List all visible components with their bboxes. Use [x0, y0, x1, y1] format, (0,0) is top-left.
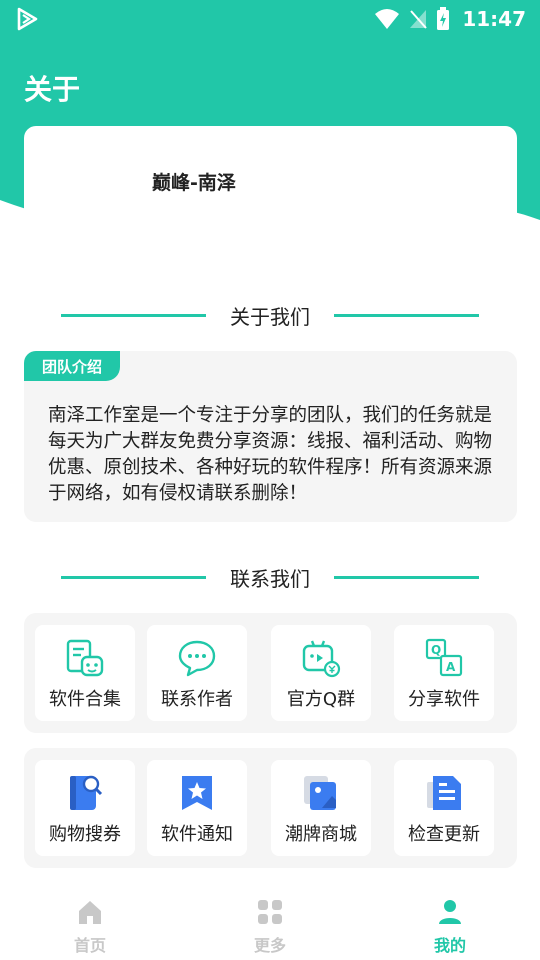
divider-line [334, 313, 479, 317]
share-software-label: 分享软件 [408, 689, 480, 710]
divider-line [334, 575, 479, 579]
coupon-search-label: 购物搜券 [49, 824, 121, 845]
coupon-search-icon [70, 775, 103, 810]
document-update-icon [427, 776, 461, 810]
check-update-button[interactable]: 检查更新 [394, 760, 494, 856]
trend-mall-label: 潮牌商城 [285, 824, 357, 845]
divider-line [61, 575, 206, 579]
nav-home-label: 首页 [73, 936, 106, 955]
contact-author-label: 联系作者 [161, 689, 233, 710]
team-intro-text: 南泽工作室是一个专注于分享的团队，我们的任务就是每天为广大群友免费分享资源：线报… [48, 405, 493, 504]
share-software-button[interactable]: Q A 分享软件 [394, 625, 494, 721]
contact-grid-row1: 软件合集 联系作者 官方Q群 Q A 分享软件 [24, 613, 517, 733]
software-notice-button[interactable]: 软件通知 [147, 760, 247, 856]
contact-author-button[interactable]: 联系作者 [147, 625, 247, 721]
divider-line [61, 313, 206, 317]
software-notice-label: 软件通知 [161, 824, 233, 845]
battery-charging-icon [437, 7, 450, 30]
status-bar: 11:47 [0, 0, 540, 36]
nav-home[interactable]: 首页 [30, 894, 150, 955]
bookmark-star-icon [182, 776, 212, 810]
about-section-title: 关于我们 [0, 300, 540, 330]
contact-section-label: 联系我们 [230, 566, 310, 591]
page-title: 关于 [24, 73, 81, 106]
check-update-label: 检查更新 [408, 824, 480, 845]
about-section-label: 关于我们 [230, 304, 310, 329]
official-qq-group-label: 官方Q群 [286, 689, 356, 710]
svg-text:Q: Q [431, 643, 441, 657]
person-icon [439, 900, 461, 924]
bottom-nav: 首页 更多 我的 [0, 888, 540, 960]
nav-mine-label: 我的 [433, 936, 466, 955]
team-intro-card: 团队介绍 南泽工作室是一个专注于分享的团队，我们的任务就是每天为广大群友免费分享… [24, 351, 517, 522]
clock: 11:47 [462, 7, 526, 31]
profile-name: 巅峰-南泽 [152, 172, 236, 194]
trend-mall-button[interactable]: 潮牌商城 [271, 760, 371, 856]
mall-image-icon [304, 776, 336, 810]
app-logo-icon [17, 7, 38, 31]
contact-grid-row2: 购物搜券 软件通知 潮牌商城 检查更新 [24, 748, 517, 868]
home-icon [79, 901, 101, 924]
coupon-search-button[interactable]: 购物搜券 [35, 760, 135, 856]
grid-more-icon [258, 900, 282, 924]
team-intro-badge: 团队介绍 [24, 351, 121, 381]
official-qq-group-button[interactable]: 官方Q群 [271, 625, 371, 721]
profile-card: 巅峰-南泽 [24, 126, 517, 276]
nav-more[interactable]: 更多 [210, 894, 330, 955]
nav-mine[interactable]: 我的 [390, 894, 510, 955]
svg-text:A: A [446, 660, 456, 674]
contact-section-title: 联系我们 [0, 562, 540, 592]
software-collection-icon [66, 639, 104, 677]
nav-more-label: 更多 [253, 936, 286, 955]
qq-group-icon [302, 640, 341, 678]
software-collection-label: 软件合集 [49, 689, 121, 710]
wifi-icon [375, 9, 400, 29]
no-signal-icon [410, 10, 428, 29]
qa-share-icon: Q A [425, 638, 463, 677]
chat-bubble-icon [178, 640, 216, 677]
software-collection-button[interactable]: 软件合集 [35, 625, 135, 721]
